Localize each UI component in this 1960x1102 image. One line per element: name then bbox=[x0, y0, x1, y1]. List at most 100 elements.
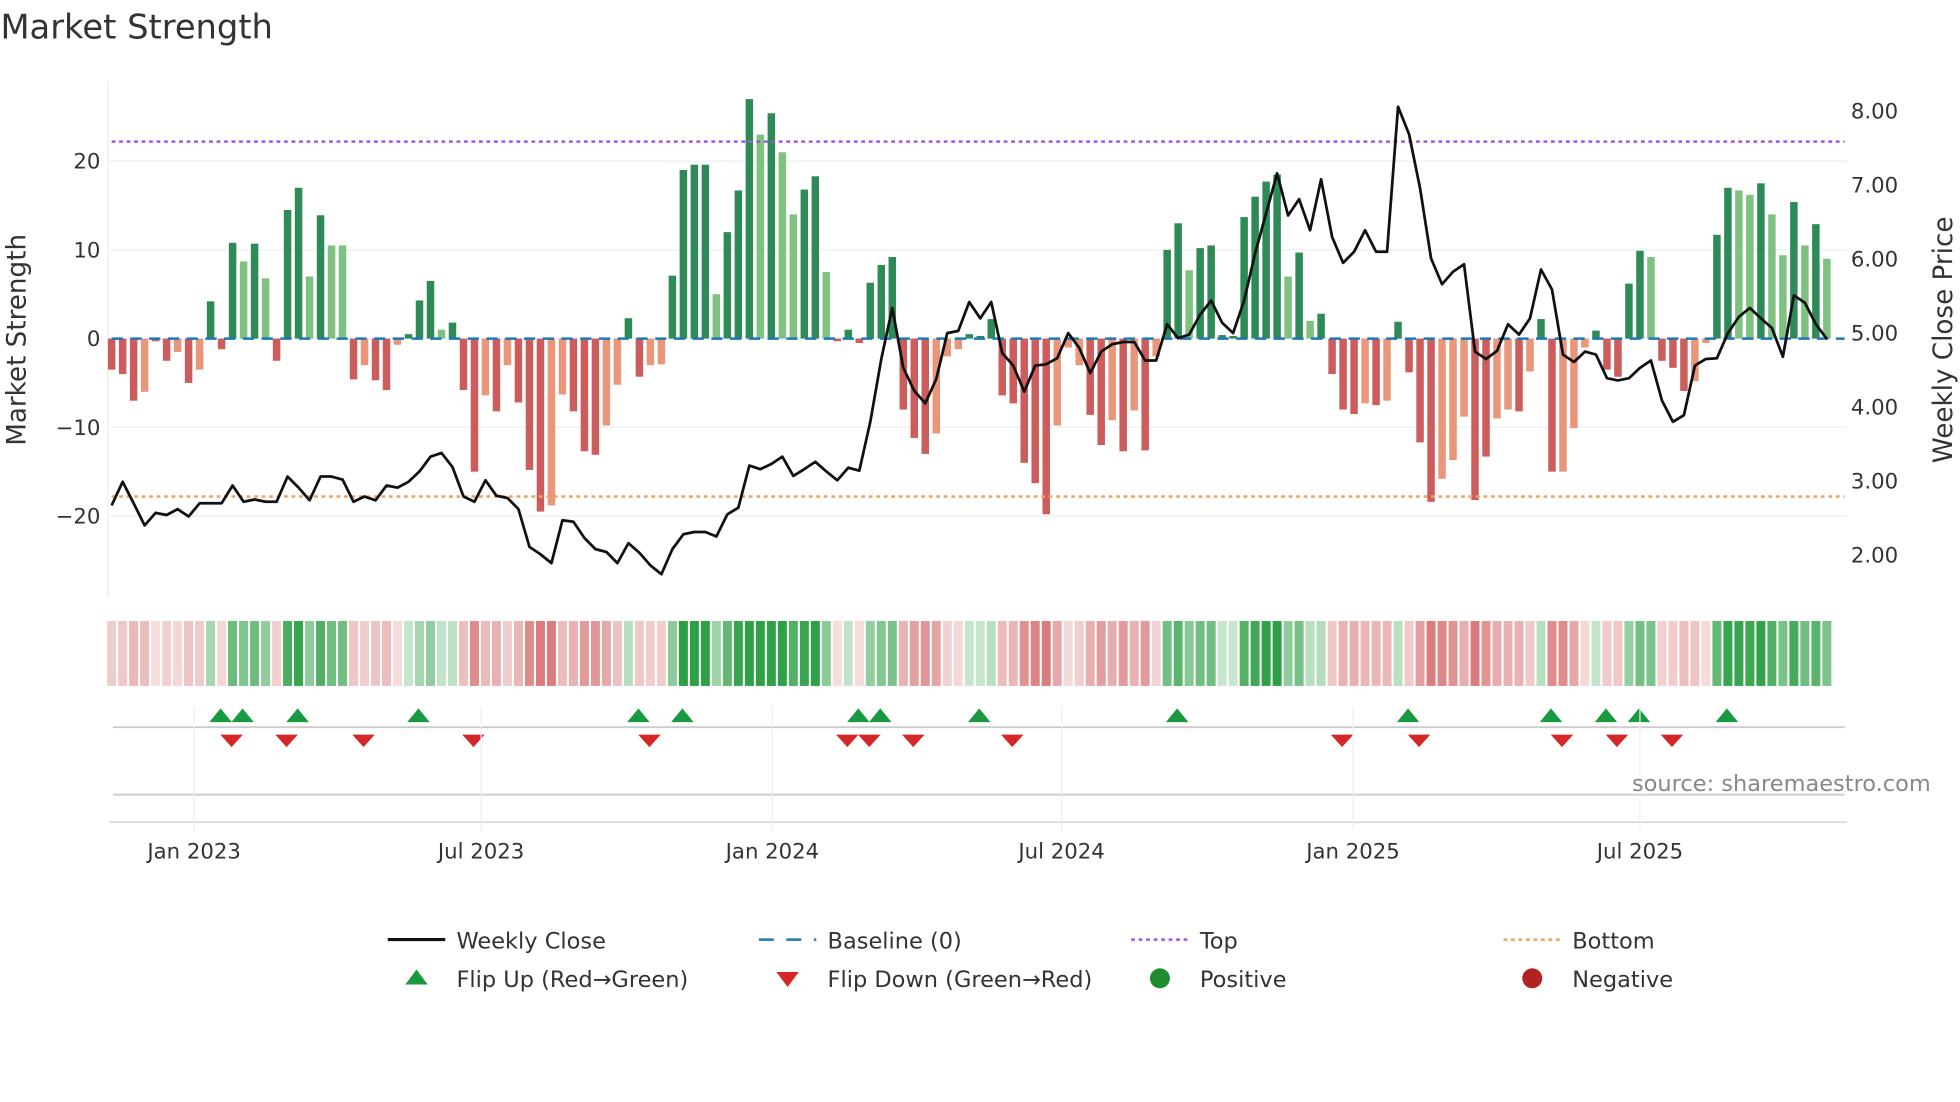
strip-cell bbox=[1404, 620, 1414, 686]
market-strength-chart: Market Strength 20 10 0 −10 −20 8.00 7.00 6.00… bbox=[0, 8, 1959, 993]
flip-down-marker bbox=[1605, 734, 1629, 748]
positive-bar bbox=[789, 214, 798, 339]
strip-cell bbox=[1239, 620, 1249, 686]
strip-cell bbox=[722, 620, 732, 686]
strip-cell bbox=[513, 620, 523, 686]
strip-cell bbox=[1756, 620, 1766, 686]
positive-bar bbox=[712, 294, 721, 339]
strip-cell bbox=[1602, 620, 1612, 686]
flip-down-marker bbox=[1407, 734, 1431, 748]
strip-cell bbox=[1019, 620, 1029, 686]
strip-cell bbox=[1701, 620, 1711, 686]
strip-cell bbox=[1525, 620, 1535, 686]
legend-label: Weekly Close bbox=[456, 928, 605, 954]
negative-bar bbox=[1471, 338, 1479, 501]
strip-cell bbox=[799, 620, 809, 686]
negative-bar bbox=[558, 338, 567, 395]
y2-tick-label: 5.00 bbox=[1851, 322, 1898, 347]
negative-bar bbox=[1020, 338, 1028, 463]
flip-down-marker bbox=[1000, 734, 1024, 748]
flip-down-marker bbox=[220, 734, 243, 748]
negative-bar bbox=[1108, 338, 1116, 421]
strip-cell bbox=[1448, 620, 1458, 686]
negative-bar bbox=[1361, 338, 1369, 404]
strip-cell bbox=[1470, 620, 1480, 686]
flip-down-marker bbox=[902, 734, 925, 748]
strip-cell bbox=[1173, 620, 1183, 686]
strip-cell bbox=[1591, 620, 1601, 686]
negative-bar bbox=[646, 338, 655, 366]
negative-bar bbox=[1559, 338, 1567, 472]
strip-cell bbox=[294, 620, 304, 686]
negative-bar bbox=[1427, 338, 1435, 502]
positive-bar bbox=[283, 209, 292, 339]
positive-bar bbox=[1207, 245, 1215, 339]
strip-cell bbox=[953, 620, 963, 686]
negative-bar bbox=[195, 338, 204, 370]
positive-bar bbox=[1625, 283, 1633, 339]
strip-cell bbox=[876, 620, 886, 686]
positive-bar bbox=[1174, 223, 1182, 339]
positive-bar bbox=[1295, 252, 1303, 339]
y2-tick-label: 3.00 bbox=[1851, 470, 1898, 495]
strip-cell bbox=[426, 620, 435, 686]
strip-cell bbox=[1162, 620, 1172, 686]
legend-label: Positive bbox=[1200, 967, 1287, 993]
positive-bar bbox=[250, 243, 259, 339]
negative-bar bbox=[371, 338, 380, 381]
strip-cell bbox=[1646, 620, 1656, 686]
weekly-close-polyline bbox=[110, 105, 1828, 576]
strip-cell bbox=[1096, 620, 1106, 686]
flip-up-marker bbox=[1627, 708, 1651, 723]
negative-bar bbox=[536, 338, 545, 512]
y-tick-label: 20 bbox=[73, 150, 100, 175]
strip-cell bbox=[360, 620, 370, 686]
strip-cell bbox=[140, 620, 150, 686]
strip-cell bbox=[1206, 620, 1216, 686]
strip-cell bbox=[1107, 620, 1117, 686]
positive-bar bbox=[239, 261, 248, 339]
negative-bar bbox=[173, 338, 182, 352]
strip-cell bbox=[1536, 620, 1546, 686]
positive-bar bbox=[745, 99, 754, 339]
negative-bar bbox=[140, 338, 149, 392]
positive-bar bbox=[1779, 255, 1787, 339]
strip-cell bbox=[1492, 620, 1502, 686]
strip-cell bbox=[1481, 620, 1491, 686]
negative-bar bbox=[954, 338, 963, 350]
y2-axis-label: Weekly Close Price bbox=[1929, 217, 1959, 464]
positive-bar bbox=[1636, 250, 1644, 339]
strip-cell bbox=[404, 620, 414, 686]
strip-cell bbox=[1734, 620, 1744, 686]
strip-cell bbox=[217, 620, 227, 686]
x-tick-label: Jan 2023 bbox=[145, 839, 241, 864]
strip-cell bbox=[568, 620, 578, 686]
positive-bar bbox=[1537, 319, 1545, 339]
strip-cell bbox=[1382, 620, 1392, 686]
strip-cell bbox=[634, 620, 644, 686]
negative-bar bbox=[162, 338, 171, 361]
positive-bar bbox=[668, 275, 677, 339]
positive-bar bbox=[1724, 187, 1732, 339]
strip-cell bbox=[744, 620, 754, 686]
y-tick-label: −10 bbox=[56, 416, 101, 441]
positive-bar bbox=[822, 272, 831, 339]
strip-cell bbox=[129, 620, 139, 686]
strip-cell bbox=[1052, 620, 1062, 686]
flip-up-marker bbox=[627, 708, 650, 723]
strip-cell bbox=[1316, 620, 1326, 686]
strip-cell bbox=[195, 620, 205, 686]
strip-cell bbox=[1635, 620, 1645, 686]
strip-cell bbox=[338, 620, 348, 686]
strip-cell bbox=[107, 620, 117, 686]
positive-bar bbox=[1713, 234, 1721, 339]
strip-cell bbox=[1305, 620, 1315, 686]
negative-bar bbox=[1548, 338, 1556, 472]
chart-title: Market Strength bbox=[0, 8, 272, 47]
strip-cell bbox=[975, 620, 985, 686]
strip-cell bbox=[1371, 620, 1381, 686]
x-tick-label: Jul 2024 bbox=[1016, 839, 1104, 864]
negative-bar bbox=[1383, 338, 1391, 401]
negative-bar bbox=[107, 338, 116, 370]
y2-tick-label: 7.00 bbox=[1851, 174, 1898, 199]
